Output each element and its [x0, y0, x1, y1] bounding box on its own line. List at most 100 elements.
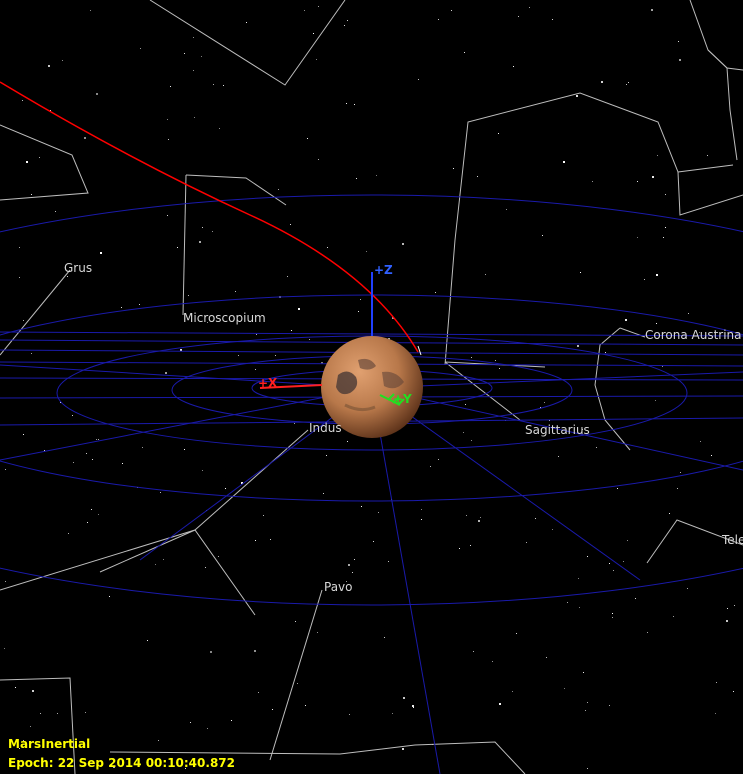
star [513, 66, 514, 67]
star [5, 581, 6, 582]
star [361, 506, 362, 507]
star [213, 84, 214, 85]
star [583, 672, 584, 673]
star [734, 605, 735, 606]
star [67, 276, 68, 277]
star [402, 243, 404, 245]
spacecraft-marker[interactable] [417, 345, 422, 356]
star [194, 117, 195, 118]
star [463, 432, 464, 433]
star [438, 459, 439, 460]
star [31, 353, 32, 354]
star [72, 415, 73, 416]
star [255, 369, 256, 370]
star [100, 252, 102, 254]
epoch-readout: Epoch: 22 Sep 2014 00:10:40.872 [8, 756, 235, 770]
star [348, 564, 350, 566]
star [147, 640, 148, 641]
star [506, 209, 507, 210]
star [98, 514, 99, 515]
star [680, 472, 681, 473]
star [578, 578, 579, 579]
star [655, 400, 656, 401]
star [644, 279, 645, 280]
star [219, 128, 220, 129]
star [665, 227, 666, 228]
star [190, 722, 191, 723]
star [546, 657, 547, 658]
star [207, 728, 208, 729]
star [466, 515, 467, 516]
star [62, 60, 63, 61]
star [346, 103, 347, 104]
star [635, 598, 636, 599]
star [651, 9, 653, 11]
star [238, 355, 239, 356]
star [316, 59, 317, 60]
star [473, 651, 474, 652]
star [526, 542, 527, 543]
star [612, 613, 613, 614]
star [212, 231, 213, 232]
star [652, 176, 654, 178]
star [255, 540, 256, 541]
star [210, 651, 212, 653]
star [309, 339, 310, 340]
star [326, 455, 327, 456]
constellation-label-corona-austrina: Corona Austrina [645, 328, 742, 342]
star [421, 519, 422, 520]
star [165, 372, 167, 374]
star [465, 404, 466, 405]
x-axis-label: +X [258, 376, 278, 390]
star [403, 697, 405, 699]
scene-svg[interactable]: +Z +X +Y Grus Microscopium Indus Sagitta… [0, 0, 743, 774]
star [121, 307, 122, 308]
star [90, 10, 91, 11]
star [225, 488, 226, 489]
star [4, 648, 5, 649]
star [609, 563, 610, 564]
star [278, 189, 279, 190]
star [529, 7, 530, 8]
constellation-label-sagittarius: Sagittarius [525, 423, 590, 437]
star [656, 323, 657, 324]
star [656, 274, 658, 276]
star [563, 161, 565, 163]
star [421, 509, 422, 510]
star [184, 53, 185, 54]
star [552, 529, 553, 530]
star [516, 633, 517, 634]
star [495, 360, 496, 361]
star [727, 608, 728, 609]
star [344, 25, 345, 26]
star [673, 616, 674, 617]
star [19, 247, 20, 248]
star [275, 355, 276, 356]
star [354, 559, 355, 560]
star [358, 311, 359, 312]
star [272, 709, 273, 710]
star [193, 37, 194, 38]
star [564, 688, 565, 689]
star [40, 713, 41, 714]
star [258, 692, 259, 693]
star [430, 466, 431, 467]
constellation-label-pavo: Pavo [324, 580, 353, 594]
star [15, 687, 16, 688]
star [30, 726, 31, 727]
star [96, 439, 97, 440]
star [392, 713, 393, 714]
star [327, 247, 328, 248]
star [177, 247, 178, 248]
star [305, 705, 306, 706]
star [453, 168, 454, 169]
star [218, 556, 219, 557]
star [679, 59, 681, 61]
star [617, 488, 618, 489]
star [263, 515, 264, 516]
star [662, 366, 663, 367]
constellation-label-grus: Grus [64, 261, 92, 275]
star [55, 211, 56, 212]
3d-view-viewport[interactable]: +Z +X +Y Grus Microscopium Indus Sagitta… [0, 0, 743, 774]
star [5, 469, 6, 470]
